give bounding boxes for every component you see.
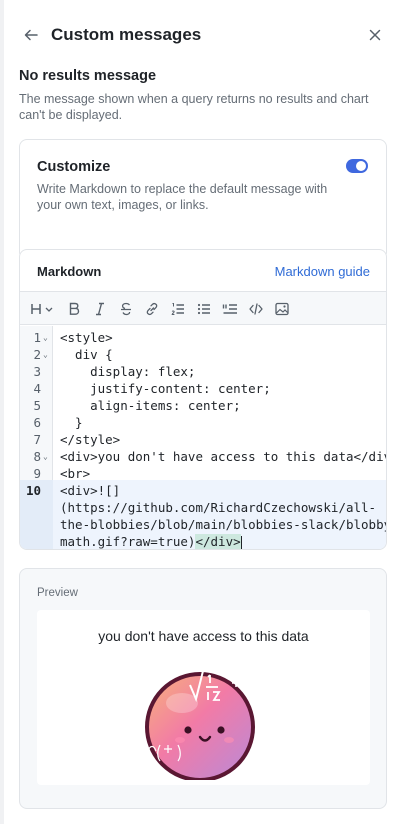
active-code-line: 10 <div>![]: [20, 482, 386, 499]
wrapped-code-line: the-blobbies/blob/main/blobbies-slack/bl…: [20, 516, 386, 533]
code-text: (https://github.com/RichardCzechowski/al…: [60, 500, 377, 515]
arrow-left-icon: [24, 29, 38, 41]
ordered-list-icon: [171, 302, 184, 315]
editor-header: Markdown Markdown guide: [20, 250, 386, 292]
bullet-list-button[interactable]: [197, 300, 211, 317]
code-line: 1 ⌄ <style>: [20, 329, 386, 346]
closing-tag-highlight: </div>: [195, 534, 241, 549]
line-number: 1: [33, 330, 41, 345]
section-description: The message shown when a query returns n…: [19, 92, 369, 122]
italic-button[interactable]: [93, 300, 107, 317]
code-text: align-items: center;: [60, 398, 241, 413]
fold-chevron-icon[interactable]: ⌄: [43, 329, 48, 346]
preview-content: you don't have access to this data: [37, 610, 370, 785]
code-line: 7 </style>: [20, 431, 386, 448]
section-title: No results message: [19, 68, 157, 84]
code-text: the-blobbies/blob/main/blobbies-slack/bl…: [60, 517, 387, 532]
quote-icon: [222, 303, 237, 314]
wrapped-code-line: (https://github.com/RichardCzechowski/al…: [20, 499, 386, 516]
strikethrough-icon: [121, 302, 131, 315]
line-number: 5: [33, 398, 41, 413]
code-text: <div>![]: [60, 483, 121, 498]
code-line: 9 <br>: [20, 465, 386, 482]
code-icon: [249, 302, 263, 315]
editor-label: Markdown: [37, 264, 102, 279]
markdown-guide-link[interactable]: Markdown guide: [275, 264, 370, 279]
code-button[interactable]: [249, 300, 263, 317]
code-text: <br>: [60, 466, 91, 481]
close-button[interactable]: [364, 24, 386, 46]
line-number: 10: [25, 483, 41, 498]
bold-button[interactable]: [67, 300, 81, 317]
line-number: 3: [33, 364, 41, 379]
editor-toolbar: [20, 292, 386, 325]
heading-button[interactable]: [30, 300, 56, 317]
panel-edge: [0, 0, 4, 824]
strikethrough-button[interactable]: [119, 300, 133, 317]
page-title: Custom messages: [51, 25, 202, 44]
code-line: 5 align-items: center;: [20, 397, 386, 414]
code-line: 4 justify-content: center;: [20, 380, 386, 397]
code-text: <div>you don't have access to this data<…: [60, 449, 387, 464]
preview-text: you don't have access to this data: [98, 628, 309, 644]
code-area[interactable]: 1 ⌄ <style> 2 ⌄ div { 3 display: flex; 4…: [20, 326, 386, 549]
line-number: 7: [33, 432, 41, 447]
code-line: 3 display: flex;: [20, 363, 386, 380]
ordered-list-button[interactable]: [171, 300, 185, 317]
fold-chevron-icon[interactable]: ⌄: [43, 346, 48, 363]
preview-card: Preview you don't have access to this da…: [19, 568, 387, 809]
quote-button[interactable]: [222, 300, 238, 317]
panel-header: Custom messages: [0, 0, 403, 70]
code-text: </style>: [60, 432, 121, 447]
customize-card: Customize Write Markdown to replace the …: [19, 139, 387, 260]
fold-chevron-icon[interactable]: ⌄: [43, 448, 48, 465]
blobby-math-image: [145, 670, 255, 780]
code-text: math.gif?raw=true)</div>: [60, 533, 242, 549]
code-text: <style>: [60, 330, 113, 345]
image-button[interactable]: [275, 300, 289, 317]
code-text: display: flex;: [60, 364, 196, 379]
bold-icon: [69, 302, 80, 315]
text-cursor: [240, 535, 242, 549]
back-button[interactable]: [20, 24, 42, 46]
image-icon: [275, 302, 289, 315]
code-line: 2 ⌄ div {: [20, 346, 386, 363]
line-number: 4: [33, 381, 41, 396]
line-number: 8: [33, 449, 41, 464]
preview-label: Preview: [37, 587, 78, 599]
code-text-tail: math.gif?raw=true): [60, 534, 196, 549]
customize-description: Write Markdown to replace the default me…: [37, 182, 328, 212]
close-icon: [369, 29, 381, 41]
markdown-editor: Markdown Markdown guide 1 ⌄ <style> 2 ⌄ …: [19, 249, 387, 550]
link-button[interactable]: [145, 300, 159, 317]
wrapped-code-line: math.gif?raw=true)</div>: [20, 533, 386, 549]
customize-title: Customize: [37, 159, 111, 175]
code-line: 8 ⌄ <div>you don't have access to this d…: [20, 448, 386, 465]
line-number: 6: [33, 415, 41, 430]
code-text: justify-content: center;: [60, 381, 271, 396]
code-text: div {: [60, 347, 113, 362]
bullet-list-icon: [197, 303, 210, 314]
custom-messages-panel: Custom messages No results message The m…: [0, 0, 403, 824]
heading-icon: [31, 303, 53, 314]
line-number: 9: [33, 466, 41, 481]
italic-icon: [96, 302, 104, 315]
line-number: 2: [33, 347, 41, 362]
toggle-knob: [356, 161, 366, 171]
code-line: 6 }: [20, 414, 386, 431]
link-icon: [146, 302, 158, 315]
code-text: }: [60, 415, 83, 430]
customize-toggle[interactable]: [346, 159, 368, 173]
